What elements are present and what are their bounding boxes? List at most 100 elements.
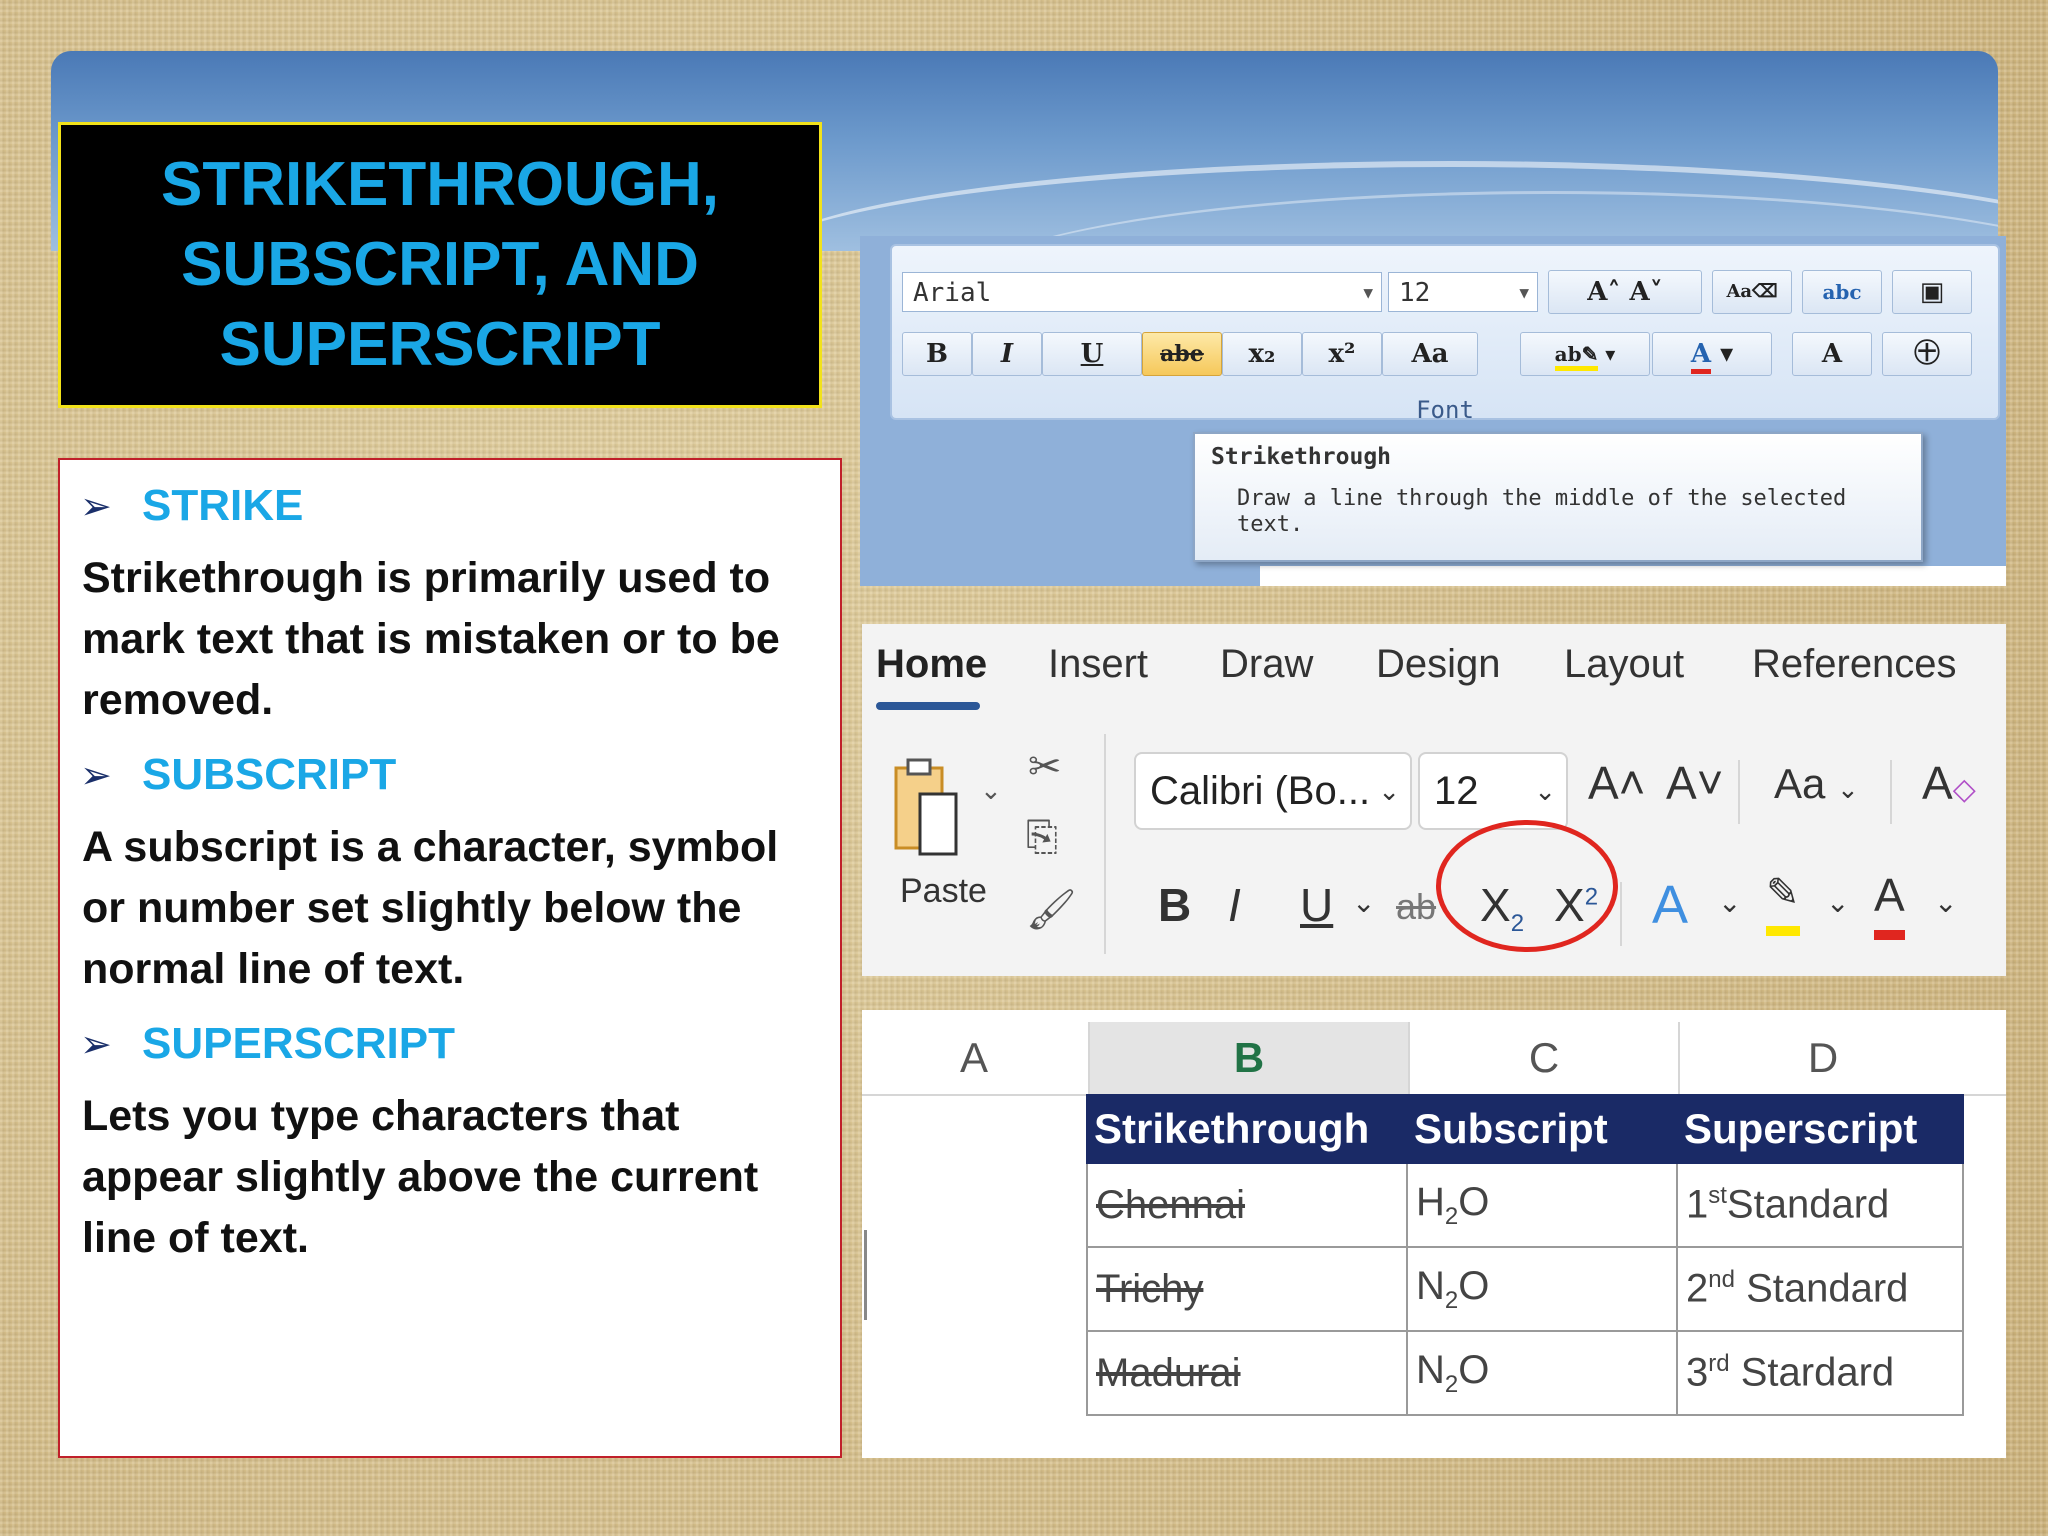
format-painter-icon[interactable]: 🖌: [1026, 886, 1077, 933]
clear-formatting-icon[interactable]: A◇: [1922, 756, 1976, 810]
header-cell[interactable]: Subscript: [1406, 1094, 1678, 1164]
strike-cell[interactable]: Chennai: [1086, 1162, 1408, 1248]
grow-font-icon[interactable]: A˄: [1588, 756, 1646, 810]
font-size-field[interactable]: 12 ▼: [1388, 272, 1538, 312]
table-header-row: Strikethrough Subscript Superscript: [1086, 1094, 1964, 1164]
chevron-down-icon[interactable]: ⌄: [1837, 774, 1859, 804]
ordinal-number: 3: [1686, 1350, 1709, 1395]
heading-label: SUPERSCRIPT: [142, 1019, 455, 1068]
grow-shrink-font-button[interactable]: A˄ A˅: [1548, 270, 1702, 314]
divider: [1738, 760, 1740, 824]
slide-title: STRIKETHROUGH, SUBSCRIPT, AND SUPERSCRIP…: [58, 122, 822, 408]
chevron-down-icon[interactable]: ⌄: [1934, 886, 1957, 919]
highlighter-icon[interactable]: ✎: [1766, 870, 1800, 936]
text-effects-icon[interactable]: abc: [1802, 270, 1882, 314]
example-table: Strikethrough Subscript Superscript Chen…: [1086, 1094, 1964, 1416]
tab-layout[interactable]: Layout: [1564, 642, 1684, 687]
superscript-cell[interactable]: 3rd Stardard: [1676, 1330, 1964, 1416]
chevron-down-icon[interactable]: ⌄: [1378, 754, 1400, 828]
underline-button[interactable]: U: [1300, 878, 1333, 932]
font-name-value: Arial: [913, 278, 992, 308]
bold-button[interactable]: B: [902, 332, 972, 376]
superscript-cell[interactable]: 2nd Standard: [1676, 1246, 1964, 1332]
superscript-mark: nd: [1708, 1266, 1735, 1294]
change-case-label: Aa: [1774, 760, 1826, 807]
tab-design[interactable]: Design: [1376, 642, 1501, 687]
subscript-mark: 2: [1444, 1202, 1459, 1230]
superscript-cell[interactable]: 1stStandard: [1676, 1162, 1964, 1248]
column-header-d[interactable]: D: [1680, 1022, 1966, 1094]
column-header-a[interactable]: A: [862, 1022, 1086, 1094]
subscript-button[interactable]: x₂: [1222, 332, 1302, 376]
column-header-c[interactable]: C: [1410, 1022, 1678, 1094]
strikethrough-button[interactable]: abe: [1142, 332, 1222, 376]
font-color-button[interactable]: A ▾: [1652, 332, 1772, 376]
chevron-down-icon[interactable]: ⌄: [1534, 754, 1556, 828]
font-color-icon[interactable]: A: [1874, 868, 1905, 940]
highlight-circle: [1436, 820, 1618, 952]
bold-button[interactable]: B: [1158, 878, 1191, 932]
superscript-button[interactable]: x²: [1302, 332, 1382, 376]
clipboard-icon[interactable]: [892, 754, 962, 864]
column-header-b[interactable]: B: [1090, 1022, 1408, 1094]
strike-cell[interactable]: Trichy: [1086, 1246, 1408, 1332]
character-shading-icon[interactable]: A: [1792, 332, 1872, 376]
clear-formatting-icon[interactable]: Aa⌫: [1712, 270, 1792, 314]
chevron-down-icon[interactable]: ▼: [1363, 273, 1373, 313]
formula-text: O: [1458, 1179, 1490, 1224]
formula-text: O: [1458, 1347, 1490, 1392]
font-name-value: Calibri (Bo...: [1150, 769, 1371, 813]
change-case-button[interactable]: Aa: [1382, 332, 1478, 376]
formula-text: N: [1416, 1263, 1445, 1308]
table-row: Chennai H2O 1stStandard: [1086, 1162, 1964, 1248]
strikethrough-button[interactable]: ab: [1396, 886, 1436, 928]
shrink-font-icon[interactable]: A˅: [1666, 756, 1724, 810]
subscript-cell[interactable]: H2O: [1406, 1162, 1678, 1248]
font-name-field[interactable]: Arial ▼: [902, 272, 1382, 312]
table-row: Madurai N2O 3rd Stardard: [1086, 1330, 1964, 1416]
italic-button[interactable]: I: [972, 332, 1042, 376]
chevron-down-icon[interactable]: ▼: [1519, 273, 1529, 313]
formula-text: O: [1458, 1263, 1490, 1308]
grid-line: [1678, 1022, 1680, 1094]
title-line: SUPERSCRIPT: [219, 310, 661, 379]
content-panel: ➢ STRIKE Strikethrough is primarily used…: [58, 458, 842, 1458]
copy-icon[interactable]: ⎘: [1026, 814, 1058, 860]
underline-button[interactable]: U: [1042, 332, 1142, 376]
grid-line: [1088, 1022, 1090, 1094]
chevron-down-icon[interactable]: ⌄: [1352, 886, 1375, 919]
character-border-icon[interactable]: ▣: [1892, 270, 1972, 314]
word-ribbon-screenshot: Home Insert Draw Design Layout Reference…: [862, 624, 2006, 976]
chevron-down-icon[interactable]: ⌄: [1826, 886, 1849, 919]
highlight-color-button[interactable]: ab✎ ▾: [1520, 332, 1650, 376]
strike-cell[interactable]: Madurai: [1086, 1330, 1408, 1416]
chevron-down-icon[interactable]: ⌄: [1718, 886, 1741, 919]
header-cell[interactable]: Superscript: [1676, 1094, 1964, 1164]
subscript-cell[interactable]: N2O: [1406, 1246, 1678, 1332]
font-color-icon: A: [1690, 339, 1712, 374]
font-name-dropdown[interactable]: Calibri (Bo... ⌄: [1134, 752, 1412, 830]
change-case-button[interactable]: Aa ⌄: [1774, 760, 1859, 808]
tab-references[interactable]: References: [1752, 642, 1957, 687]
header-cell[interactable]: Strikethrough: [1086, 1094, 1408, 1164]
subscript-cell[interactable]: N2O: [1406, 1330, 1678, 1416]
cell-text: Standard: [1726, 1182, 1890, 1227]
chevron-down-icon[interactable]: ⌄: [980, 776, 1002, 806]
strikethrough-tooltip: Strikethrough Draw a line through the mi…: [1193, 432, 1923, 562]
highlighter-icon: ab✎: [1554, 342, 1599, 371]
title-line: STRIKETHROUGH,: [161, 150, 719, 219]
tab-home[interactable]: Home: [876, 642, 987, 687]
ordinal-number: 1: [1686, 1182, 1709, 1227]
tab-insert[interactable]: Insert: [1048, 642, 1148, 687]
tab-draw[interactable]: Draw: [1220, 642, 1313, 687]
divider: [1104, 734, 1106, 954]
cut-icon[interactable]: ✂: [1028, 744, 1062, 790]
title-line: SUBSCRIPT, AND: [181, 230, 699, 299]
text-effects-icon[interactable]: A: [1652, 874, 1688, 936]
paste-label[interactable]: Paste: [900, 872, 987, 911]
font-size-dropdown[interactable]: 12 ⌄: [1418, 752, 1568, 830]
formula-text: H: [1416, 1179, 1445, 1224]
italic-button[interactable]: I: [1228, 878, 1241, 932]
enclose-characters-icon[interactable]: ㊉: [1882, 332, 1972, 376]
font-group-panel: Arial ▼ 12 ▼ A˄ A˅ Aa⌫ abc ▣ B I U abe x…: [890, 244, 2000, 424]
